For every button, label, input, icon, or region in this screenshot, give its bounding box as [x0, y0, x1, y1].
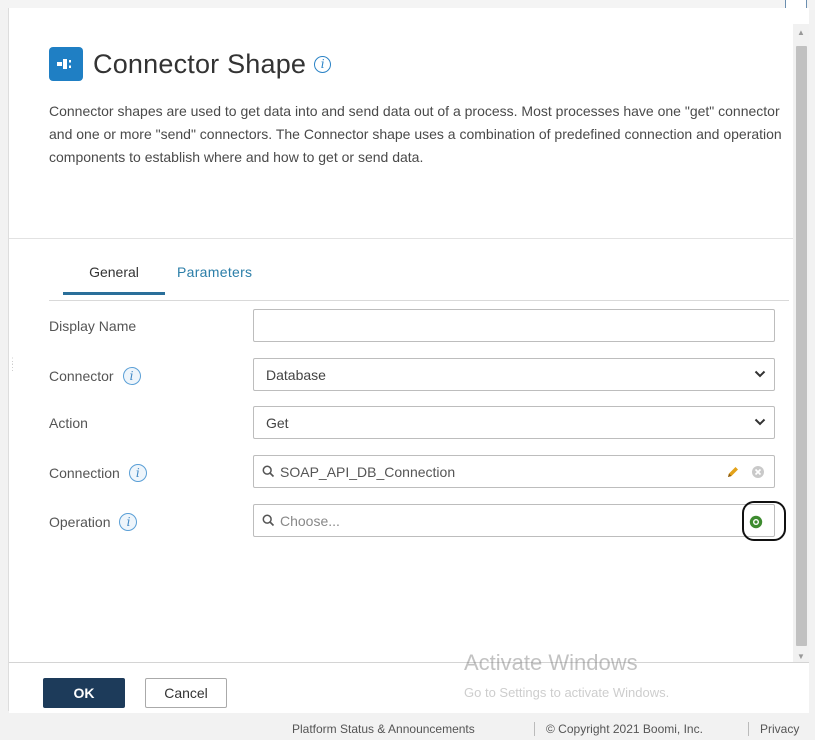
display-name-input[interactable]	[254, 310, 774, 341]
activate-windows-subtitle: Go to Settings to activate Windows.	[464, 685, 670, 700]
scroll-thumb[interactable]	[796, 46, 807, 646]
tab-general[interactable]: General	[63, 264, 165, 295]
title-info-icon[interactable]: i	[314, 55, 332, 73]
cancel-button[interactable]: Cancel	[145, 678, 227, 708]
connector-shape-dialog: ⋮ ⋮ Connector Shape i Connector shapes ar…	[8, 8, 809, 713]
action-select-value: Get	[266, 415, 289, 431]
display-name-row: Display Name	[49, 309, 789, 345]
status-bar: Platform Status & Announcements © Copyri…	[0, 715, 815, 740]
privacy-link[interactable]: Privacy	[760, 722, 799, 736]
connector-shape-icon	[49, 47, 83, 81]
copyright-text: © Copyright 2021 Boomi, Inc.	[546, 722, 703, 736]
dialog-title: Connector Shape	[93, 48, 307, 79]
dialog-header: Connector Shape i Connector shapes are u…	[9, 8, 793, 238]
connection-label: Connection i	[49, 464, 147, 482]
platform-status-link[interactable]: Platform Status & Announcements	[292, 722, 475, 736]
dialog-footer: OK Cancel	[9, 662, 809, 713]
operation-label-text: Operation	[49, 514, 111, 530]
ok-button[interactable]: OK	[43, 678, 125, 708]
action-row: Action Get	[49, 406, 789, 442]
resize-grip-icon[interactable]: ⋮ ⋮	[8, 357, 17, 386]
operation-row: Operation i Choose...	[49, 501, 789, 541]
operation-label: Operation i	[49, 513, 138, 531]
operation-info-icon[interactable]: i	[119, 513, 138, 531]
pencil-icon[interactable]	[726, 465, 740, 479]
connector-info-icon[interactable]: i	[122, 367, 141, 385]
connection-label-text: Connection	[49, 465, 120, 481]
display-name-label: Display Name	[49, 318, 136, 334]
display-name-label-text: Display Name	[49, 318, 137, 334]
connection-picker-value: SOAP_API_DB_Connection	[280, 464, 456, 480]
action-select[interactable]: Get	[253, 406, 775, 439]
clear-icon[interactable]	[751, 465, 765, 479]
scroll-down-icon[interactable]: ▼	[797, 652, 805, 661]
search-icon	[262, 514, 275, 527]
dialog-description: Connector shapes are used to get data in…	[49, 103, 782, 165]
tab-bar: General Parameters	[49, 260, 789, 301]
highlight-circle	[742, 501, 786, 541]
connector-select-value: Database	[266, 367, 326, 383]
connector-label: Connector i	[49, 367, 141, 385]
scroll-up-icon[interactable]: ▲	[797, 28, 805, 37]
connector-label-text: Connector	[49, 368, 114, 384]
connector-row: Connector i Database	[49, 358, 789, 394]
title-row: Connector Shape i	[49, 46, 332, 82]
chevron-down-icon	[754, 370, 766, 378]
operation-picker[interactable]: Choose...	[253, 501, 786, 541]
operation-picker-placeholder: Choose...	[280, 513, 340, 529]
status-separator	[534, 722, 535, 736]
activate-windows-title: Activate Windows	[464, 650, 638, 675]
search-icon	[262, 465, 275, 478]
dialog-scrollbar[interactable]: ▲ ▼	[793, 24, 809, 672]
action-label: Action	[49, 415, 88, 431]
connection-info-icon[interactable]: i	[128, 464, 147, 482]
status-separator	[748, 722, 749, 736]
connection-row: Connection i SOAP_API_DB_Connection	[49, 455, 789, 491]
chevron-down-icon	[754, 418, 766, 426]
header-divider	[9, 238, 793, 239]
action-label-text: Action	[49, 415, 88, 431]
display-name-field-frame	[253, 309, 775, 342]
connection-picker[interactable]: SOAP_API_DB_Connection	[253, 455, 775, 488]
connector-select[interactable]: Database	[253, 358, 775, 391]
tab-parameters[interactable]: Parameters	[177, 264, 252, 292]
